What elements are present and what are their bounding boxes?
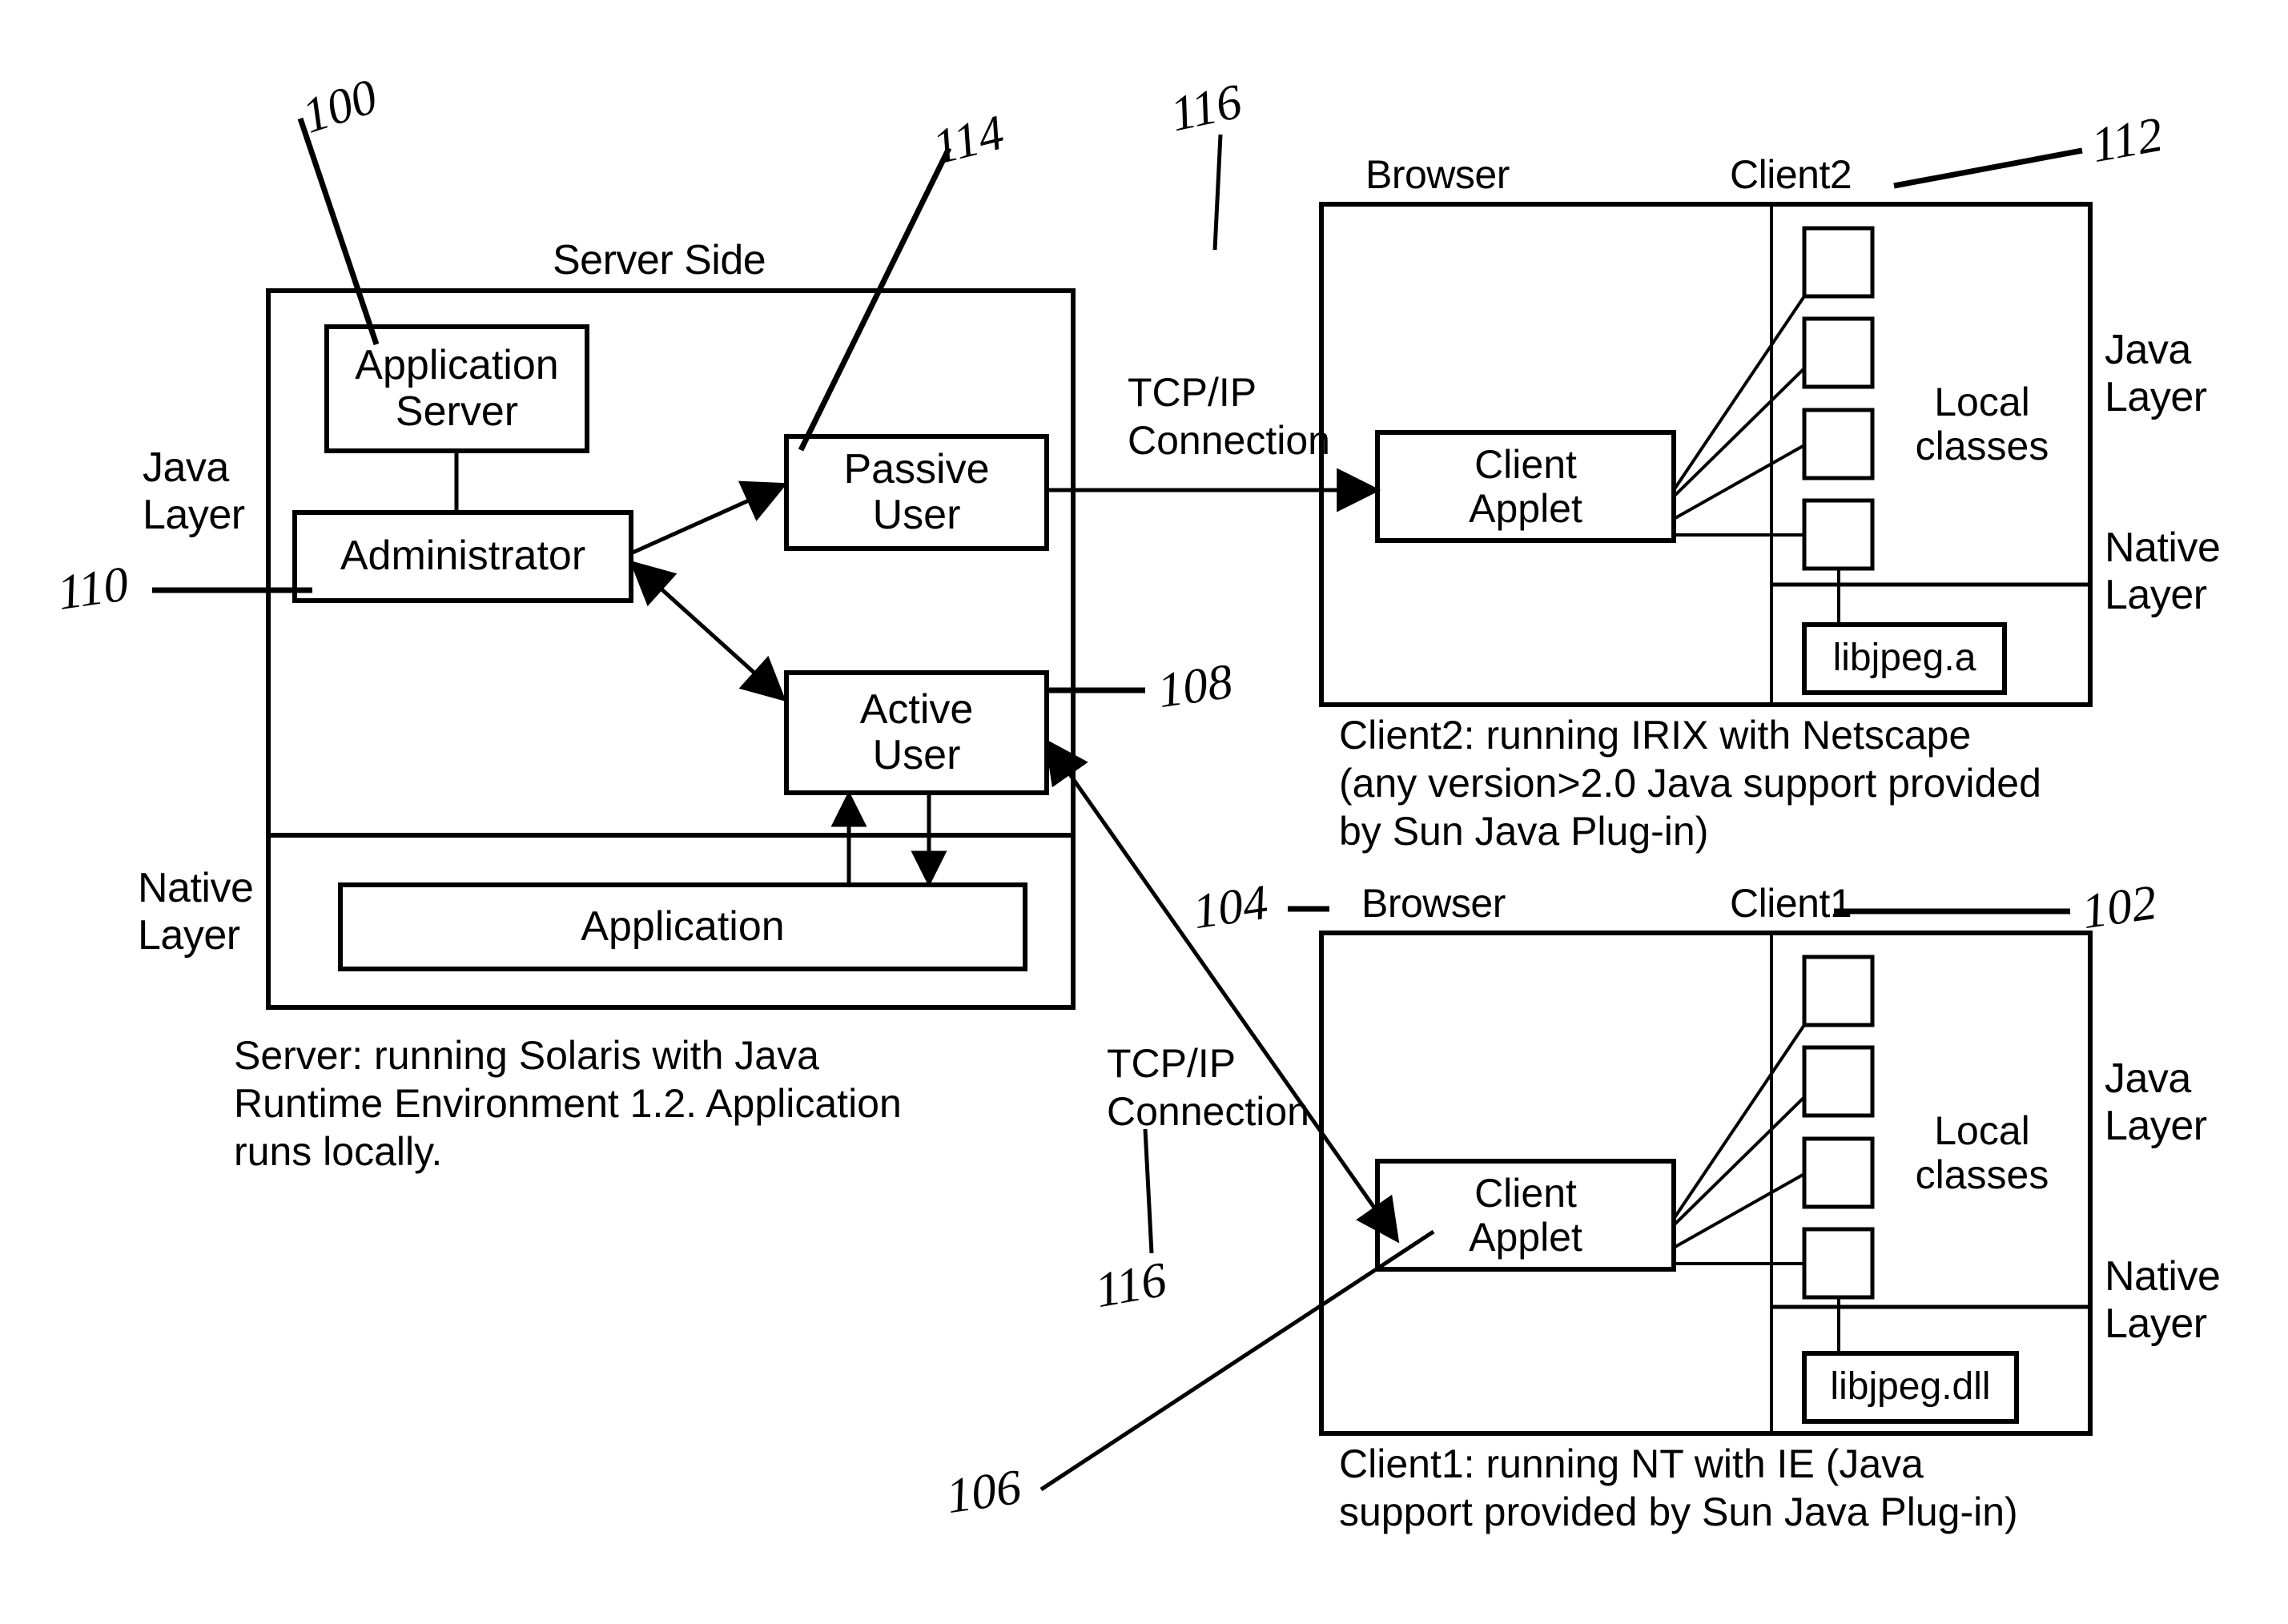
client2-local-class-3: [1802, 408, 1875, 480]
client1-local-class-3: [1802, 1136, 1875, 1209]
reference-numeral-116-bottom: 116: [1091, 1252, 1171, 1319]
tcpip-bottom-label: TCP/IP Connection: [1107, 1041, 1309, 1134]
reference-numeral-102: 102: [2078, 874, 2161, 940]
tcpip-top-label: TCP/IP Connection: [1128, 370, 1330, 463]
client2-local-class-4: [1802, 498, 1875, 571]
active-user-label: Active User: [859, 685, 974, 778]
figure-canvas: Server Side Java Layer Native Layer Appl…: [0, 0, 2288, 1624]
leader-100: [297, 117, 380, 346]
client1-applet-class1-connector: [1672, 1023, 1806, 1220]
client2-name-label: Client2: [1730, 152, 1852, 197]
leader-116-bottom: [1143, 1128, 1154, 1254]
passive-user-label: Passive User: [843, 445, 990, 538]
client1-browser-label: Browser: [1361, 881, 1506, 926]
client2-applet-class3-connector: [1673, 444, 1805, 521]
client1-java-layer-label: Java Layer: [2105, 1055, 2207, 1150]
reference-numeral-110: 110: [54, 557, 132, 621]
client2-applet-class1-connector: [1672, 295, 1806, 492]
client2-local-classes-label: Local classes: [1915, 380, 2049, 468]
server-native-layer-label: Native Layer: [138, 865, 254, 959]
client1-applet-class3-connector: [1673, 1172, 1805, 1249]
reference-numeral-112: 112: [2087, 107, 2167, 174]
application-label: Application: [581, 902, 785, 950]
reference-numeral-108: 108: [1154, 653, 1236, 719]
reference-numeral-106: 106: [943, 1459, 1025, 1525]
administrator-passive-user-arrow: [631, 480, 788, 555]
client1-local-class-1: [1802, 955, 1875, 1027]
client1-local-classes-label: Local classes: [1915, 1108, 2049, 1197]
client1-local-class-2: [1802, 1045, 1875, 1118]
client2-applet-class2-connector: [1672, 367, 1806, 498]
reference-numeral-114: 114: [927, 105, 1010, 175]
client2-caption: Client2: running IRIX with Netscape (any…: [1339, 713, 2041, 854]
server-caption: Server: running Solaris with Java Runtim…: [234, 1033, 902, 1174]
client2-native-layer-label: Native Layer: [2105, 525, 2221, 619]
leader-114: [798, 147, 952, 452]
reference-numeral-116-top: 116: [1165, 74, 1247, 143]
client2-applet-label: Client Applet: [1469, 441, 1582, 531]
client1-local-class-4: [1802, 1227, 1875, 1300]
server-java-layer-label: Java Layer: [143, 444, 245, 539]
reference-numeral-100: 100: [296, 69, 384, 144]
administrator-label: Administrator: [340, 533, 586, 580]
administrator-active-user-arrow: [629, 560, 786, 702]
client2-java-layer-label: Java Layer: [2105, 327, 2207, 421]
client1-name-label: Client1: [1730, 881, 1852, 926]
client2-browser-label: Browser: [1365, 152, 1510, 197]
reference-numeral-104: 104: [1189, 874, 1272, 940]
leader-112: [1893, 147, 2083, 189]
client1-native-layer-label: Native Layer: [2105, 1253, 2221, 1348]
client2-local-class-1: [1802, 226, 1875, 299]
server-side-title: Server Side: [553, 237, 766, 283]
client1-caption: Client1: running NT with IE (Java suppor…: [1339, 1441, 2018, 1534]
application-server-label: Application Server: [355, 342, 559, 435]
client1-applet-class2-connector: [1672, 1095, 1806, 1227]
client2-native-lib-label: libjpeg.a: [1832, 637, 1976, 680]
client1-native-lib-label: libjpeg.dll: [1830, 1365, 1991, 1409]
client1-applet-label: Client Applet: [1469, 1170, 1582, 1260]
client2-local-class-2: [1802, 316, 1875, 389]
leader-116-top: [1212, 134, 1223, 251]
